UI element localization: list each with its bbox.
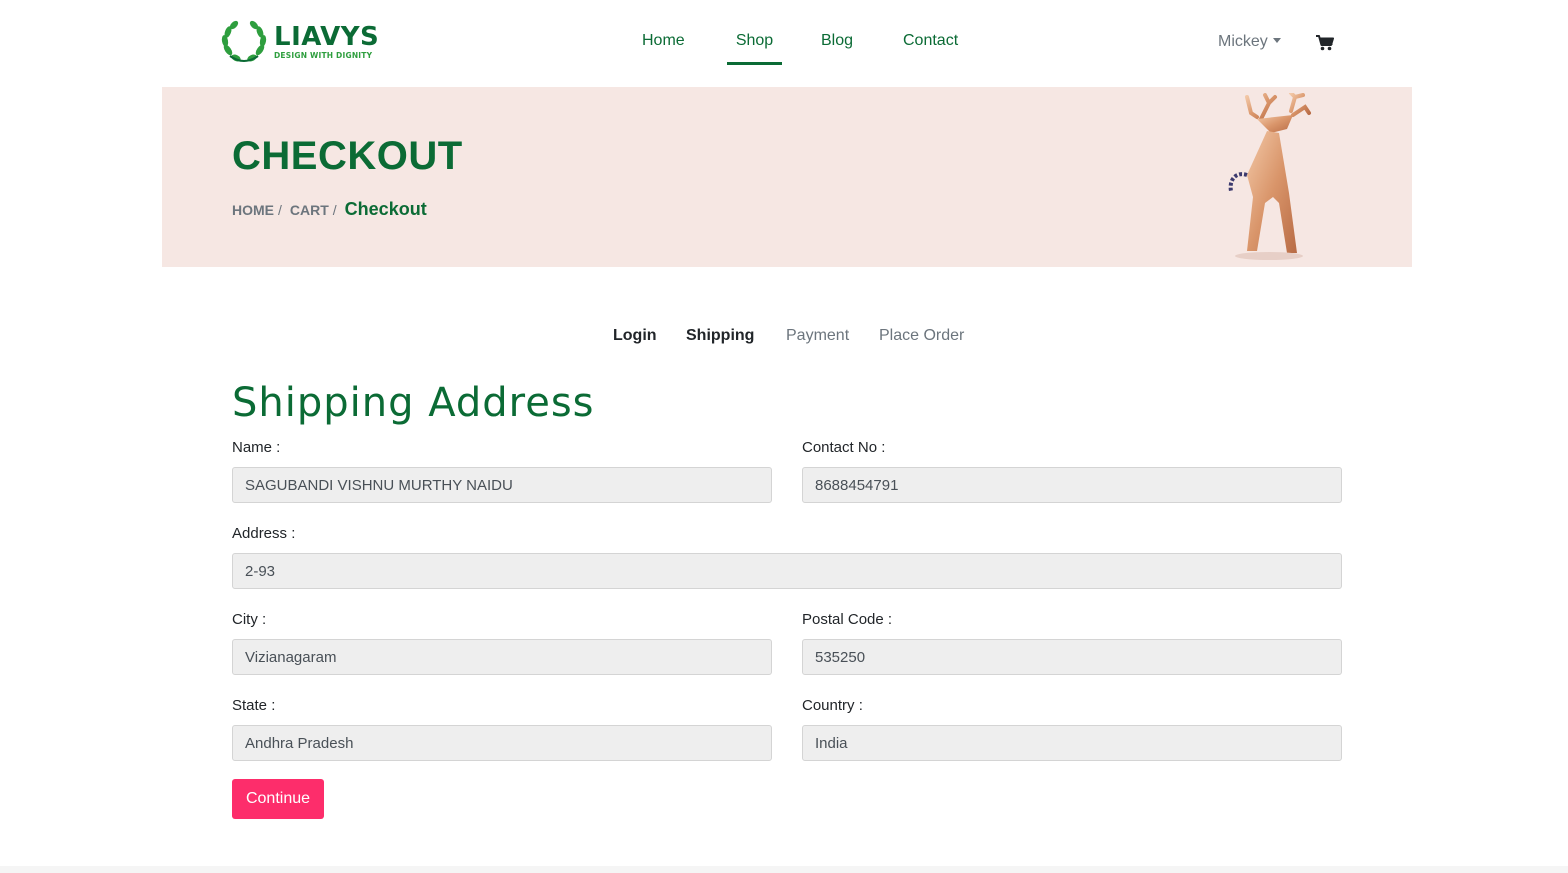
checkout-banner: CHECKOUT HOME / CART / Checkout bbox=[162, 87, 1412, 267]
breadcrumb-separator: / bbox=[278, 202, 282, 218]
top-navbar: LIAVYS DESIGN WITH DIGNITY Home Shop Blo… bbox=[0, 0, 1568, 86]
nav-link-home[interactable]: Home bbox=[642, 30, 685, 62]
breadcrumb-current: Checkout bbox=[344, 199, 427, 219]
postal-code-field[interactable] bbox=[802, 639, 1342, 675]
name-field[interactable] bbox=[232, 467, 772, 503]
step-login[interactable]: Login bbox=[613, 326, 657, 346]
nav-link-blog[interactable]: Blog bbox=[821, 30, 853, 62]
page-title: CHECKOUT bbox=[232, 134, 463, 178]
footer-divider bbox=[0, 866, 1568, 873]
breadcrumb-separator: / bbox=[332, 202, 337, 218]
name-label: Name : bbox=[232, 439, 281, 456]
checkout-steps: Login Shipping Payment Place Order bbox=[0, 326, 1568, 348]
contact-field[interactable] bbox=[802, 467, 1342, 503]
chevron-down-icon bbox=[1272, 38, 1281, 43]
state-label: State : bbox=[232, 697, 276, 714]
city-label: City : bbox=[232, 611, 267, 628]
shopping-cart-icon[interactable] bbox=[1316, 35, 1334, 56]
step-place-order: Place Order bbox=[879, 327, 965, 344]
postal-code-label: Postal Code : bbox=[802, 611, 893, 628]
city-field[interactable] bbox=[232, 639, 772, 675]
breadcrumb-home[interactable]: HOME bbox=[232, 202, 274, 218]
deer-figurine-image bbox=[1228, 93, 1311, 260]
country-label: Country : bbox=[802, 697, 863, 714]
nav-link-contact[interactable]: Contact bbox=[903, 30, 958, 62]
continue-button[interactable]: Continue bbox=[232, 779, 324, 819]
address-label: Address : bbox=[232, 525, 296, 542]
user-name: Mickey bbox=[1218, 33, 1268, 50]
step-payment: Payment bbox=[786, 327, 850, 344]
nav-link-shop[interactable]: Shop bbox=[727, 30, 782, 65]
address-field[interactable] bbox=[232, 553, 1342, 589]
user-dropdown[interactable]: Mickey bbox=[1218, 33, 1281, 51]
country-field[interactable] bbox=[802, 725, 1342, 761]
step-shipping[interactable]: Shipping bbox=[686, 326, 754, 346]
form-title: Shipping Address bbox=[232, 380, 595, 426]
contact-label: Contact No : bbox=[802, 439, 886, 456]
state-field[interactable] bbox=[232, 725, 772, 761]
breadcrumb-cart[interactable]: CART bbox=[290, 202, 329, 218]
breadcrumb: HOME / CART / Checkout bbox=[232, 199, 427, 220]
